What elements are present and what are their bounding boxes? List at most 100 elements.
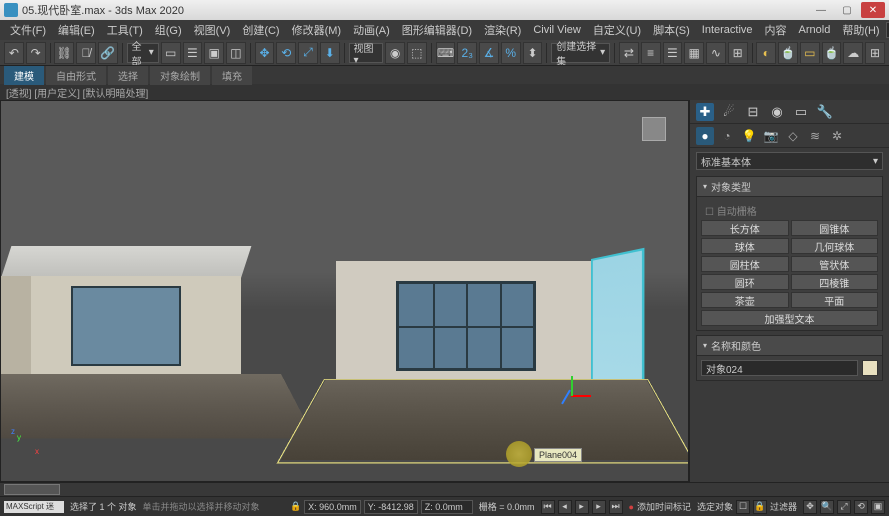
menu-civilview[interactable]: Civil View	[527, 22, 586, 38]
viewport[interactable]: Plane004 x y z	[0, 100, 689, 482]
maximize-vp-icon[interactable]: ▣	[871, 500, 885, 514]
isolate-icon[interactable]: ☐	[736, 500, 750, 514]
menu-interactive[interactable]: Interactive	[696, 22, 759, 38]
bind-icon[interactable]: 🔗	[98, 42, 118, 64]
lock-icon[interactable]: 🔒	[290, 501, 301, 512]
systems-cat-icon[interactable]: ✲	[828, 127, 846, 145]
scale-icon[interactable]: ⤢	[298, 42, 318, 64]
menu-animation[interactable]: 动画(A)	[347, 20, 396, 40]
prim-sphere[interactable]: 球体	[701, 238, 789, 254]
prim-tube[interactable]: 管状体	[791, 256, 879, 272]
maximize-button[interactable]: ▢	[835, 2, 859, 18]
ribbon-toggle-icon[interactable]: ▦	[684, 42, 704, 64]
menu-grapheditor[interactable]: 图形编辑器(D)	[396, 20, 478, 40]
render-icon[interactable]: 🍵	[822, 42, 842, 64]
mirror-icon[interactable]: ⇄	[619, 42, 639, 64]
rollup-object-type[interactable]: 对象类型	[696, 176, 883, 197]
next-frame-icon[interactable]: ▸	[592, 500, 606, 514]
window-crossing-icon[interactable]: ◫	[226, 42, 246, 64]
rotate-icon[interactable]: ⟲	[276, 42, 296, 64]
named-selection-dropdown[interactable]: 创建选择集 ▾	[551, 43, 610, 63]
goto-end-icon[interactable]: ⏭	[609, 500, 623, 514]
object-color-swatch[interactable]	[862, 360, 878, 376]
search-input[interactable]: 🔍	[886, 22, 889, 38]
motion-panel-icon[interactable]: ◉	[768, 103, 786, 121]
helpers-cat-icon[interactable]: ◇	[784, 127, 802, 145]
open-autodesk-icon[interactable]: ⊞	[865, 42, 885, 64]
shapes-cat-icon[interactable]: ◔	[718, 127, 736, 145]
utilities-panel-icon[interactable]: 🔧	[816, 103, 834, 121]
spinner-snap-icon[interactable]: ⬍	[523, 42, 543, 64]
menu-customize[interactable]: 自定义(U)	[587, 20, 647, 40]
selection-filter-dropdown[interactable]: 全部 ▾	[127, 43, 159, 63]
layers-icon[interactable]: ☰	[663, 42, 683, 64]
menu-file[interactable]: 文件(F)	[4, 20, 52, 40]
time-slider-thumb[interactable]	[4, 484, 60, 495]
time-slider[interactable]	[0, 482, 889, 496]
schematic-icon[interactable]: ⊞	[728, 42, 748, 64]
prim-pyramid[interactable]: 四棱锥	[791, 274, 879, 290]
display-panel-icon[interactable]: ▭	[792, 103, 810, 121]
object-name-input[interactable]: 对象024	[701, 360, 858, 376]
create-panel-icon[interactable]: ✚	[696, 103, 714, 121]
material-editor-icon[interactable]: ◐	[756, 42, 776, 64]
refcoord-dropdown[interactable]: 视图 ▾	[349, 43, 384, 63]
prim-plane[interactable]: 平面	[791, 292, 879, 308]
keymode-icon[interactable]: ⌨	[436, 42, 456, 64]
undo-icon[interactable]: ↶	[4, 42, 24, 64]
menu-tools[interactable]: 工具(T)	[101, 20, 149, 40]
angle-snap-icon[interactable]: ∡	[479, 42, 499, 64]
select-region-icon[interactable]: ▣	[204, 42, 224, 64]
maxscript-listener[interactable]: MAXScript 迷	[4, 501, 64, 513]
prim-cylinder[interactable]: 圆柱体	[701, 256, 789, 272]
sel-lock-icon[interactable]: 🔒	[753, 500, 767, 514]
transform-gizmo[interactable]	[561, 381, 591, 411]
align-icon[interactable]: ≡	[641, 42, 661, 64]
render-frame-icon[interactable]: ▭	[800, 42, 820, 64]
orbit-icon[interactable]: ⟲	[854, 500, 868, 514]
viewcube[interactable]	[636, 111, 672, 147]
cameras-cat-icon[interactable]: 📷	[762, 127, 780, 145]
viewport-context-bar[interactable]: [透视] [用户定义] [默认明暗处理]	[0, 84, 889, 100]
percent-snap-icon[interactable]: %	[501, 42, 521, 64]
render-setup-icon[interactable]: 🍵	[778, 42, 798, 64]
modify-panel-icon[interactable]: ☄	[720, 103, 738, 121]
redo-icon[interactable]: ↷	[26, 42, 46, 64]
prim-textplus[interactable]: 加强型文本	[701, 310, 878, 326]
subcategory-dropdown[interactable]: 标准基本体▾	[696, 152, 883, 170]
coord-y[interactable]: Y: -8412.98	[364, 500, 418, 514]
ribbon-tab-populate[interactable]: 填充	[212, 66, 252, 85]
pan-icon[interactable]: ✥	[803, 500, 817, 514]
menu-view[interactable]: 视图(V)	[188, 20, 237, 40]
menu-content[interactable]: 内容	[759, 20, 793, 40]
menu-script[interactable]: 脚本(S)	[647, 20, 696, 40]
ribbon-tab-freeform[interactable]: 自由形式	[46, 66, 106, 85]
select-name-icon[interactable]: ☰	[183, 42, 203, 64]
select-icon[interactable]: ▭	[161, 42, 181, 64]
ribbon-tab-selection[interactable]: 选择	[108, 66, 148, 85]
hierarchy-panel-icon[interactable]: ⊟	[744, 103, 762, 121]
prim-teapot[interactable]: 茶壶	[701, 292, 789, 308]
lights-cat-icon[interactable]: 💡	[740, 127, 758, 145]
unlink-icon[interactable]: ⛓̸	[76, 42, 96, 64]
prev-frame-icon[interactable]: ◂	[558, 500, 572, 514]
coord-x[interactable]: X: 960.0mm	[304, 500, 361, 514]
curve-editor-icon[interactable]: ∿	[706, 42, 726, 64]
snap-toggle-icon[interactable]: 2₃	[457, 42, 477, 64]
prim-box[interactable]: 长方体	[701, 220, 789, 236]
zoom-icon[interactable]: 🔍	[820, 500, 834, 514]
geometry-cat-icon[interactable]: ●	[696, 127, 714, 145]
render-online-icon[interactable]: ☁	[843, 42, 863, 64]
goto-start-icon[interactable]: ⏮	[541, 500, 555, 514]
link-icon[interactable]: ⛓	[54, 42, 74, 64]
ribbon-tab-objpaint[interactable]: 对象绘制	[150, 66, 210, 85]
menu-edit[interactable]: 编辑(E)	[52, 20, 101, 40]
menu-render[interactable]: 渲染(R)	[478, 20, 527, 40]
ribbon-tab-modeling[interactable]: 建模	[4, 66, 44, 85]
spacewarps-cat-icon[interactable]: ≋	[806, 127, 824, 145]
rollup-name-color[interactable]: 名称和颜色	[696, 335, 883, 356]
menu-arnold[interactable]: Arnold	[793, 22, 837, 38]
place-icon[interactable]: ⬇	[320, 42, 340, 64]
play-icon[interactable]: ▸	[575, 500, 589, 514]
prim-cone[interactable]: 圆锥体	[791, 220, 879, 236]
